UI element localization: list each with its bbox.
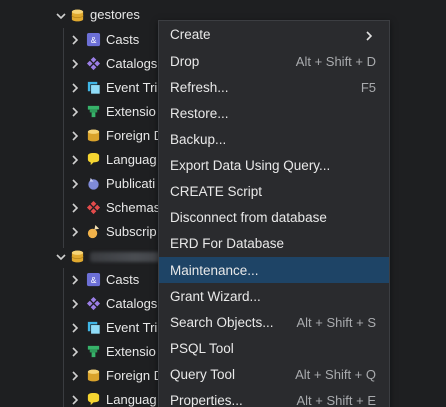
extensions-icon	[86, 344, 101, 359]
context-menu: Create Drop Alt + Shift + D Refresh... F5 Res…	[158, 20, 390, 407]
chevron-right-icon[interactable]	[69, 154, 81, 166]
tree-node-label: Languag	[106, 152, 157, 167]
tree-node-label: Event Tri	[106, 80, 158, 95]
chevron-right-icon[interactable]	[69, 298, 81, 310]
chevron-right-icon[interactable]	[69, 58, 81, 70]
menu-item-query-tool[interactable]: Query Tool Alt + Shift + Q	[159, 361, 389, 387]
tree-node-label: Schemas	[106, 200, 161, 215]
menu-item-label: CREATE Script	[170, 183, 263, 199]
tree-node-label: Casts	[106, 32, 140, 47]
menu-item-grant-wizard[interactable]: Grant Wizard...	[159, 283, 389, 309]
menu-item-drop[interactable]: Drop Alt + Shift + D	[159, 48, 389, 74]
catalogs-icon	[86, 56, 101, 71]
menu-item-label: Disconnect from database	[170, 209, 327, 225]
tree-node-label: Catalogs	[106, 56, 158, 71]
menu-item-label: Restore...	[170, 105, 229, 121]
tree-node-label: Foreign D	[106, 368, 164, 383]
tree-node-label: Publicati	[106, 176, 156, 191]
tree-node-label: Foreign D	[106, 128, 164, 143]
menu-item-export-data-using-query[interactable]: Export Data Using Query...	[159, 152, 389, 178]
casts-icon: &	[86, 32, 101, 47]
menu-item-restore[interactable]: Restore...	[159, 100, 389, 126]
menu-item-label: Export Data Using Query...	[170, 157, 331, 173]
chevron-down-icon[interactable]	[55, 251, 67, 263]
schemas-icon	[86, 200, 101, 215]
menu-item-create-script[interactable]: CREATE Script	[159, 178, 389, 204]
chevron-right-icon	[365, 29, 373, 41]
chevron-right-icon[interactable]	[69, 322, 81, 334]
foreign-data-wrappers-icon	[86, 128, 101, 143]
menu-item-label: Search Objects...	[170, 314, 274, 330]
foreign-data-wrappers-icon	[86, 368, 101, 383]
menu-item-refresh[interactable]: Refresh... F5	[159, 74, 389, 100]
chevron-right-icon[interactable]	[69, 130, 81, 142]
languages-icon	[86, 392, 101, 407]
chevron-right-icon[interactable]	[69, 370, 81, 382]
menu-item-label: Grant Wizard...	[170, 288, 261, 304]
svg-text:&: &	[91, 275, 97, 285]
event-triggers-icon	[86, 320, 101, 335]
tree-node-label: Catalogs	[106, 296, 158, 311]
menu-item-psql-tool[interactable]: PSQL Tool	[159, 335, 389, 361]
chevron-right-icon[interactable]	[69, 178, 81, 190]
menu-item-shortcut: Alt + Shift + S	[296, 314, 377, 330]
chevron-right-icon[interactable]	[69, 346, 81, 358]
tree-node-label: Subscrip	[106, 224, 157, 239]
casts-icon: &	[86, 272, 101, 287]
tree-node-label: Extensio	[106, 344, 156, 359]
tree-node-label: Languag	[106, 392, 157, 407]
chevron-right-icon[interactable]	[69, 274, 81, 286]
menu-item-erd-for-database[interactable]: ERD For Database	[159, 230, 389, 256]
menu-item-label: PSQL Tool	[170, 340, 234, 356]
menu-item-label: Query Tool	[170, 366, 236, 382]
tree-node-label: Casts	[106, 272, 140, 287]
tree-node-label: Event Tri	[106, 320, 158, 335]
tree-node-label: Extensio	[106, 104, 156, 119]
chevron-down-icon[interactable]	[55, 10, 67, 22]
event-triggers-icon	[86, 80, 101, 95]
menu-item-label: Maintenance...	[170, 262, 259, 278]
menu-item-properties[interactable]: Properties... Alt + Shift + E	[159, 387, 389, 407]
menu-item-create[interactable]: Create	[159, 21, 389, 47]
chevron-right-icon[interactable]	[69, 82, 81, 94]
publications-icon	[86, 176, 101, 191]
menu-item-label: Properties...	[170, 392, 243, 407]
database-icon	[70, 249, 85, 264]
database-icon	[70, 8, 85, 23]
menu-item-shortcut: F5	[360, 79, 376, 95]
languages-icon	[86, 152, 101, 167]
catalogs-icon	[86, 296, 101, 311]
menu-item-disconnect-from-database[interactable]: Disconnect from database	[159, 204, 389, 230]
menu-item-label: Create	[170, 26, 211, 42]
chevron-right-icon[interactable]	[69, 34, 81, 46]
chevron-right-icon[interactable]	[69, 202, 81, 214]
menu-item-shortcut: Alt + Shift + Q	[295, 366, 376, 382]
menu-item-label: Refresh...	[170, 79, 229, 95]
chevron-right-icon[interactable]	[69, 226, 81, 238]
extensions-icon	[86, 104, 101, 119]
svg-text:&: &	[91, 35, 97, 45]
menu-item-search-objects[interactable]: Search Objects... Alt + Shift + S	[159, 309, 389, 335]
pgadmin-browser: gestores & Casts Catalogs Event Tri Exte…	[0, 0, 446, 407]
menu-item-backup[interactable]: Backup...	[159, 126, 389, 152]
menu-item-label: Drop	[170, 53, 200, 69]
menu-item-shortcut: Alt + Shift + D	[295, 53, 376, 69]
menu-item-label: ERD For Database	[170, 235, 285, 251]
database-name: gestores	[90, 7, 140, 22]
menu-item-shortcut: Alt + Shift + E	[296, 392, 377, 407]
menu-item-label: Backup...	[170, 131, 227, 147]
menu-item-maintenance[interactable]: Maintenance...	[159, 257, 389, 283]
subscriptions-icon	[86, 224, 101, 239]
chevron-right-icon[interactable]	[69, 394, 81, 406]
chevron-right-icon[interactable]	[69, 106, 81, 118]
